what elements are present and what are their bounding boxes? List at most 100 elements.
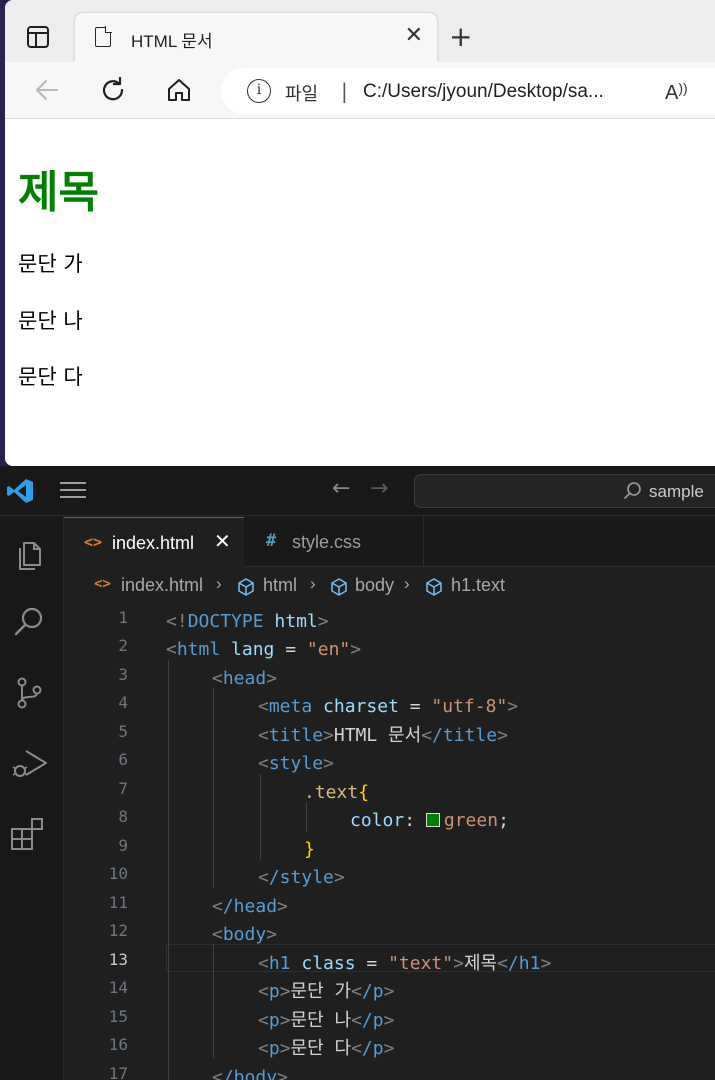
run-debug-icon[interactable]	[10, 743, 50, 783]
chevron-right-icon: ›	[310, 574, 316, 593]
code-line: <!DOCTYPE html>	[166, 611, 329, 632]
address-bar[interactable]: i 파일 | C:/Users/jyoun/Desktop/sa... A))	[221, 68, 715, 114]
extensions-icon[interactable]	[10, 813, 50, 853]
line-number: 15	[108, 1007, 128, 1026]
line-number: 10	[108, 864, 128, 883]
search-icon[interactable]	[10, 603, 50, 643]
line-number-gutter: 1 2 3 4 5 6 7 8 9 10 11 12 13 14 15 16 1…	[64, 604, 144, 1080]
tab-style-css[interactable]: # style.css	[244, 517, 424, 567]
breadcrumb-item[interactable]: html	[263, 575, 297, 596]
document-icon	[95, 26, 112, 47]
close-icon[interactable]: ✕	[214, 529, 231, 553]
close-tab-icon[interactable]: ✕	[405, 23, 423, 49]
line-number: 5	[118, 722, 128, 741]
breadcrumb-item[interactable]: h1.text	[451, 575, 505, 596]
activity-bar	[0, 517, 64, 1080]
editor-tab-bar: <> index.html ✕ # style.css	[64, 517, 715, 567]
line-number: 2	[118, 636, 128, 655]
tab-label: index.html	[112, 533, 195, 553]
element-cube-icon	[329, 577, 349, 597]
line-number: 16	[108, 1035, 128, 1054]
sidebar-toggle-icon[interactable]	[27, 26, 49, 48]
home-icon[interactable]	[161, 72, 197, 108]
code-line: </head>	[212, 896, 288, 917]
back-arrow-icon[interactable]: ←	[332, 476, 350, 501]
code-line: </style>	[258, 867, 345, 888]
tab-label: style.css	[292, 532, 362, 552]
vscode-logo-icon	[6, 478, 34, 504]
code-line: <p>문단 나</p>	[258, 1010, 395, 1031]
address-scheme-label: 파일	[285, 84, 319, 105]
indent-guide	[306, 802, 307, 832]
tab-title: HTML 문서	[131, 32, 213, 51]
browser-window: HTML 문서 ✕ + i 파일 | C:/Users/jyoun/Deskto…	[5, 0, 715, 466]
browser-tab-bar: HTML 문서 ✕ +	[5, 0, 715, 62]
code-line-active: <h1 class = "text">제목</h1>	[258, 953, 552, 974]
code-editor[interactable]: <!DOCTYPE html> <html lang = "en"> <head…	[144, 604, 715, 1080]
code-line: <style>	[258, 753, 334, 774]
line-number: 11	[108, 893, 128, 912]
menu-icon[interactable]	[60, 482, 86, 500]
breadcrumb: <> index.html › html › body › h1.text	[64, 568, 715, 604]
back-arrow-icon[interactable]	[29, 72, 65, 108]
browser-toolbar: i 파일 | C:/Users/jyoun/Desktop/sa... A))	[5, 62, 715, 119]
line-number: 8	[118, 807, 128, 826]
search-icon	[623, 481, 643, 506]
browser-tab[interactable]: HTML 문서 ✕	[75, 13, 437, 62]
address-separator: |	[341, 79, 348, 103]
code-line: <html lang = "en">	[166, 639, 362, 660]
line-number: 6	[118, 750, 128, 769]
code-line: <title>HTML 문서</title>	[258, 725, 508, 746]
page-paragraph: 문단 가	[18, 252, 83, 276]
line-number: 7	[118, 779, 128, 798]
page-heading: 제목	[18, 167, 99, 218]
address-url[interactable]: C:/Users/jyoun/Desktop/sa...	[363, 81, 604, 103]
code-line: </body>	[212, 1067, 288, 1080]
element-cube-icon	[424, 577, 444, 597]
read-aloud-icon[interactable]: A))	[665, 80, 688, 105]
vscode-title-bar: ← → sample	[0, 466, 715, 516]
vscode-window: ← → sample <> index.html ✕ # style.css <…	[0, 466, 715, 1080]
code-line: }	[304, 839, 315, 860]
page-viewport: 제목 문단 가 문단 나 문단 다	[5, 120, 715, 466]
new-tab-plus-icon[interactable]: +	[449, 22, 472, 52]
code-line: <p>문단 다</p>	[258, 1038, 395, 1059]
page-paragraph: 문단 나	[18, 309, 83, 333]
line-number: 14	[108, 978, 128, 997]
source-control-icon[interactable]	[10, 673, 50, 713]
css-file-icon: #	[266, 531, 277, 551]
line-number-active: 13	[108, 950, 128, 969]
page-paragraph: 문단 다	[18, 365, 83, 389]
breadcrumb-item[interactable]: index.html	[121, 575, 203, 596]
forward-arrow-icon[interactable]: →	[370, 476, 388, 501]
code-line: .text{	[304, 782, 370, 803]
chevron-right-icon: ›	[216, 574, 222, 593]
code-line: <meta charset = "utf-8">	[258, 696, 519, 717]
breadcrumb-item[interactable]: body	[355, 575, 394, 596]
line-number: 12	[108, 921, 128, 940]
line-number: 9	[118, 836, 128, 855]
tab-index-html[interactable]: <> index.html ✕	[64, 517, 244, 567]
html-file-icon: <>	[94, 576, 111, 592]
reload-icon[interactable]	[95, 72, 131, 108]
line-number: 4	[118, 693, 128, 712]
code-line: <p>문단 가</p>	[258, 981, 395, 1002]
info-icon[interactable]: i	[247, 79, 271, 103]
indent-guide	[213, 688, 214, 888]
code-line: color: green;	[350, 810, 509, 831]
command-center-text: sample	[649, 482, 704, 501]
color-swatch[interactable]	[425, 813, 440, 827]
code-line: <body>	[212, 924, 278, 945]
element-cube-icon	[236, 577, 256, 597]
html-file-icon: <>	[84, 533, 103, 551]
line-number: 17	[108, 1064, 128, 1080]
line-number: 1	[118, 608, 128, 627]
code-line: <head>	[212, 668, 278, 689]
indent-guide	[168, 660, 169, 1080]
indent-guide	[260, 774, 261, 860]
line-number: 3	[118, 665, 128, 684]
chevron-right-icon: ›	[404, 574, 410, 593]
explorer-icon[interactable]	[10, 535, 50, 575]
command-center-search[interactable]: sample	[414, 474, 715, 508]
indent-guide	[213, 944, 214, 1058]
